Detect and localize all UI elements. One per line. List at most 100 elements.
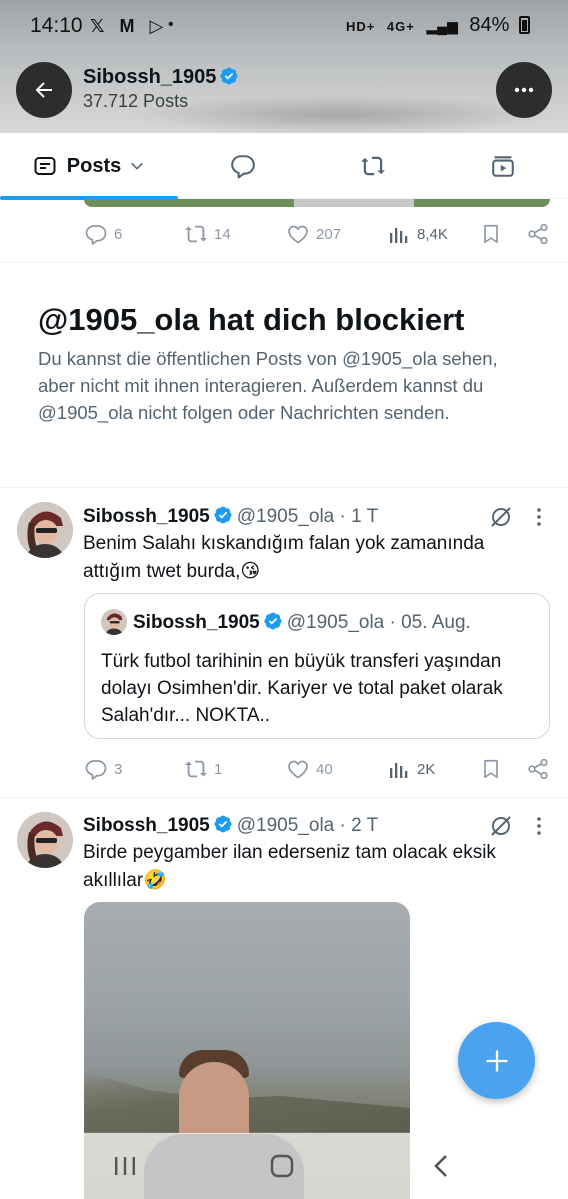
tweet-author[interactable]: Sibossh_1905 @1905_ola · 1 T <box>83 505 378 528</box>
more-horizontal-icon <box>514 87 534 93</box>
post-count: 37.712 Posts <box>83 91 189 111</box>
share-button[interactable] <box>526 218 550 250</box>
tab-media[interactable] <box>438 133 568 199</box>
avatar-image <box>17 502 73 558</box>
top-post-actions: 6 14 207 8,4K <box>0 218 568 250</box>
bookmark-icon <box>484 759 498 779</box>
block-notice-title: @1905_ola hat dich blockiert <box>38 302 465 337</box>
verified-badge-icon <box>220 67 239 85</box>
block-notice-text: Du kannst die öffentlichen Posts von @19… <box>38 348 498 423</box>
reply-icon <box>85 760 107 780</box>
tweet-author-name: Sibossh_1905 <box>83 506 210 527</box>
grok-icon <box>491 816 511 836</box>
signal-icon: ▂▄▆ <box>426 18 458 34</box>
reply-button[interactable]: 3 <box>84 753 122 785</box>
verified-badge-icon <box>214 815 232 833</box>
status-bar: 14:10 𝕏 M ▷ • HD+ 4G+ ▂▄▆ 84% <box>0 0 568 54</box>
quoted-avatar <box>101 609 127 635</box>
share-icon <box>528 758 548 780</box>
hd-label: HD+ <box>345 19 376 34</box>
more-vertical-icon <box>537 817 541 835</box>
divider <box>0 487 568 488</box>
status-time: 14:10 <box>30 14 83 37</box>
tweet-more-button[interactable] <box>533 505 545 533</box>
profile-name: Sibossh_1905 <box>83 66 217 88</box>
quoted-tweet[interactable]: Sibossh_1905 @1905_ola · 05. Aug. Türk fu… <box>84 593 550 739</box>
plus-icon <box>486 1050 507 1071</box>
reply-count: 6 <box>114 225 123 243</box>
repost-icon <box>185 225 207 243</box>
like-button[interactable]: 207 <box>286 218 341 250</box>
tweet-text: Birde peygamber ilan ederseniz tam olaca… <box>83 842 496 891</box>
avatar[interactable] <box>17 502 73 558</box>
repost-count: 14 <box>214 225 231 243</box>
like-count: 207 <box>316 225 342 243</box>
avatar-image <box>17 812 73 868</box>
repost-tab-icon <box>361 156 385 176</box>
view-count: 8,4K <box>417 225 448 243</box>
bookmark-button[interactable] <box>480 218 502 250</box>
chevron-down-icon <box>131 162 144 170</box>
like-count: 40 <box>316 760 333 778</box>
tab-reposts[interactable] <box>308 133 438 199</box>
verified-badge-icon <box>214 506 232 524</box>
avatar-image <box>101 609 127 635</box>
compose-post-button[interactable] <box>458 1022 535 1099</box>
tweet-handle: @1905_ola · 2 T <box>236 815 379 836</box>
views-button[interactable]: 8,4K <box>387 218 448 250</box>
notification-icons: 𝕏 M ▷ <box>90 16 169 36</box>
arrow-left-icon <box>35 82 52 98</box>
repost-button[interactable]: 1 <box>184 753 222 785</box>
battery-percent: 84% <box>469 14 510 36</box>
quoted-author: Sibossh_1905 @1905_ola · 05. Aug. <box>133 611 471 634</box>
heart-icon <box>288 225 308 244</box>
recents-button[interactable] <box>92 1133 158 1199</box>
share-icon <box>528 223 548 245</box>
previous-post-media[interactable] <box>84 199 550 207</box>
tweet-handle: @1905_ola · 1 T <box>236 506 379 527</box>
profile-tabs: Posts <box>0 133 568 200</box>
chevron-left-icon <box>434 1155 447 1177</box>
home-button[interactable] <box>249 1133 315 1199</box>
avatar[interactable] <box>17 812 73 868</box>
recents-icon <box>115 1157 135 1175</box>
quoted-author-name: Sibossh_1905 <box>133 612 260 633</box>
home-icon <box>270 1154 294 1178</box>
tweet-actions: 3 1 40 2K <box>0 753 568 785</box>
more-vertical-icon <box>537 508 541 526</box>
tweet-author[interactable]: Sibossh_1905 @1905_ola · 2 T <box>83 814 378 837</box>
verified-badge-icon <box>264 612 282 630</box>
system-back-button[interactable] <box>408 1133 474 1199</box>
media-tab-icon <box>492 156 514 177</box>
reply-icon <box>85 225 107 245</box>
tab-posts-label: Posts <box>66 154 122 177</box>
quoted-handle: @1905_ola · 05. Aug. <box>286 612 471 633</box>
back-button[interactable] <box>16 62 72 118</box>
tweet-author-name: Sibossh_1905 <box>83 815 210 836</box>
share-button[interactable] <box>526 753 550 785</box>
repost-count: 1 <box>214 760 223 778</box>
status-dot: • <box>168 16 174 33</box>
reply-count: 3 <box>114 760 123 778</box>
battery-icon <box>519 16 530 34</box>
profile-name-header: Sibossh_1905 <box>83 66 239 89</box>
views-button[interactable]: 2K <box>387 753 435 785</box>
more-options-button[interactable] <box>496 62 552 118</box>
system-nav-bar <box>82 1133 490 1199</box>
repost-button[interactable]: 14 <box>184 218 231 250</box>
divider <box>0 797 568 798</box>
divider <box>0 262 568 263</box>
tweet-text: Benim Salahı kıskandığım falan yok zaman… <box>83 533 485 582</box>
tab-posts[interactable]: Posts <box>0 133 178 200</box>
views-icon <box>390 763 408 778</box>
reply-button[interactable]: 6 <box>84 218 122 250</box>
like-button[interactable]: 40 <box>286 753 333 785</box>
tweet-more-button[interactable] <box>533 814 545 842</box>
quoted-text: Türk futbol tarihinin en büyük transferi… <box>101 651 503 726</box>
status-right: HD+ 4G+ ▂▄▆ 84% <box>346 14 530 37</box>
posts-tab-icon <box>34 157 56 175</box>
tab-replies[interactable] <box>178 133 308 199</box>
bookmark-button[interactable] <box>480 753 502 785</box>
heart-icon <box>288 760 308 779</box>
reply-tab-icon <box>231 155 255 179</box>
